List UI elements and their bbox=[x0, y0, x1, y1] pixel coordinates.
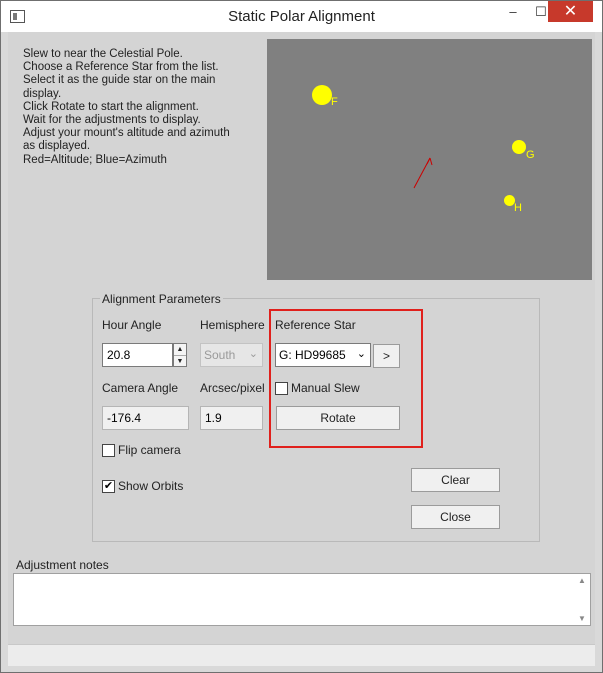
instruction-line: Red=Altitude; Blue=Azimuth bbox=[23, 153, 167, 166]
title-bar: Static Polar Alignment – ☐ ✕ bbox=[1, 1, 602, 32]
instruction-line: Slew to near the Celestial Pole. bbox=[23, 48, 183, 60]
flip-camera-checkbox[interactable] bbox=[102, 444, 115, 457]
scroll-down-icon[interactable]: ▼ bbox=[578, 614, 586, 623]
altitude-vector-arrow bbox=[413, 157, 433, 189]
scroll-up-icon[interactable]: ▲ bbox=[578, 576, 586, 585]
hemisphere-select[interactable]: South ⌄ bbox=[200, 343, 263, 367]
instruction-line: Adjust your mount's altitude and azimuth bbox=[23, 127, 230, 140]
camera-angle-field: -176.4 bbox=[102, 406, 189, 430]
hemisphere-label: Hemisphere bbox=[200, 318, 265, 332]
arcsec-pixel-field: 1.9 bbox=[200, 406, 263, 430]
minimize-button[interactable]: – bbox=[499, 1, 527, 22]
instruction-line: Click Rotate to start the alignment. bbox=[23, 100, 199, 113]
highlight-box bbox=[269, 309, 423, 448]
spin-down-icon[interactable]: ▼ bbox=[174, 356, 186, 367]
flip-camera-label[interactable]: Flip camera bbox=[118, 443, 181, 457]
close-button[interactable]: Close bbox=[411, 505, 500, 529]
instructions-text: Slew to near the Celestial Pole. Choose … bbox=[23, 48, 268, 167]
altitude-vector-head bbox=[426, 157, 433, 166]
instruction-line: as displayed. bbox=[23, 140, 91, 153]
chevron-down-icon: ⌄ bbox=[248, 348, 258, 360]
static-polar-alignment-window: Static Polar Alignment – ☐ ✕ Slew to nea… bbox=[0, 0, 603, 673]
adjustment-notes-label: Adjustment notes bbox=[16, 558, 109, 572]
hour-angle-input[interactable]: 20.8 bbox=[102, 343, 173, 367]
status-bar bbox=[8, 644, 595, 666]
adjustment-notes-textarea[interactable]: ▲ ▼ bbox=[13, 573, 591, 626]
hemisphere-value: South bbox=[204, 348, 236, 362]
clear-button[interactable]: Clear bbox=[411, 468, 500, 492]
instruction-line: Select it as the guide star on the main bbox=[23, 74, 216, 87]
camera-angle-label: Camera Angle bbox=[102, 381, 179, 395]
instruction-line: Choose a Reference Star from the list. bbox=[23, 61, 219, 74]
show-orbits-label[interactable]: Show Orbits bbox=[118, 479, 183, 493]
instruction-line: display. bbox=[23, 87, 62, 100]
close-window-button[interactable]: ✕ bbox=[548, 1, 593, 22]
arcsec-pixel-label: Arcsec/pixel bbox=[200, 381, 265, 395]
star-field-display[interactable]: F G H bbox=[267, 39, 592, 280]
instruction-line: Wait for the adjustments to display. bbox=[23, 114, 201, 127]
hour-angle-spinner[interactable]: ▲ ▼ bbox=[173, 343, 187, 367]
dialog-client-area: Slew to near the Celestial Pole. Choose … bbox=[8, 32, 595, 666]
alignment-parameters-title: Alignment Parameters bbox=[100, 292, 223, 306]
spin-up-icon[interactable]: ▲ bbox=[174, 344, 186, 356]
hour-angle-label: Hour Angle bbox=[102, 318, 162, 332]
show-orbits-checkbox[interactable]: ✔ bbox=[102, 480, 115, 493]
notes-scrollbar[interactable]: ▲ ▼ bbox=[574, 574, 590, 625]
